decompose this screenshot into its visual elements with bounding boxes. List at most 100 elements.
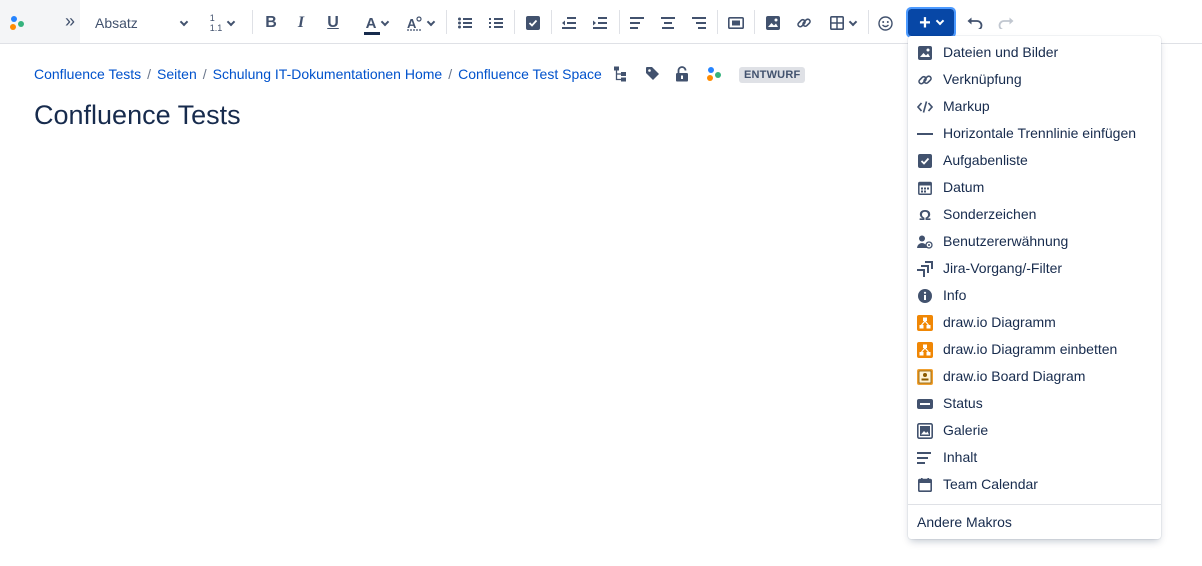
align-center-icon: [661, 17, 675, 29]
text-color-icon: A: [363, 14, 380, 35]
menu-item-drawio-embed[interactable]: draw.io Diagramm einbetten: [908, 336, 1161, 363]
menu-item-label: draw.io Diagramm: [943, 314, 1056, 330]
task-list-button[interactable]: [524, 10, 542, 36]
collaborators-button[interactable]: [706, 66, 722, 82]
menu-item-drawio-diagram[interactable]: draw.io Diagramm: [908, 309, 1161, 336]
link-icon: [797, 18, 811, 28]
menu-item-markup[interactable]: Markup: [908, 93, 1161, 120]
breadcrumb-item[interactable]: Seiten: [157, 66, 197, 82]
underline-button[interactable]: U: [324, 10, 342, 36]
menu-item-date[interactable]: Datum: [908, 174, 1161, 201]
paragraph-style-label: Absatz: [95, 15, 138, 31]
align-right-button[interactable]: [690, 10, 708, 36]
page-layout-button[interactable]: [727, 10, 745, 36]
emoji-icon: [877, 15, 893, 31]
menu-item-user-mention[interactable]: Benutzererwähnung: [908, 228, 1161, 255]
menu-item-horizontal-rule[interactable]: Horizontale Trennlinie einfügen: [908, 120, 1161, 147]
horizontal-rule-icon: [917, 126, 933, 142]
breadcrumb-separator: /: [448, 66, 453, 82]
toolbar-divider: [551, 10, 552, 34]
code-icon: [917, 99, 933, 115]
numbered-list-button[interactable]: [487, 10, 505, 36]
menu-item-special-characters[interactable]: Ω Sonderzeichen: [908, 201, 1161, 228]
status-badge: ENTWURF: [739, 67, 806, 83]
expand-toolbar-button[interactable]: »: [60, 8, 80, 34]
menu-item-link[interactable]: Verknüpfung: [908, 66, 1161, 93]
menu-item-info[interactable]: Info: [908, 282, 1161, 309]
text-color-letter: A: [365, 14, 377, 32]
numbering-dropdown[interactable]: 1 1.1: [204, 10, 240, 36]
collaborators-icon: [707, 67, 721, 81]
undo-button[interactable]: [966, 10, 984, 36]
chevron-down-icon: [426, 17, 436, 26]
team-calendar-icon: [917, 477, 933, 493]
menu-item-label: Markup: [943, 98, 990, 114]
drawio-embed-icon: [917, 342, 933, 358]
omega-icon: Ω: [918, 206, 932, 224]
menu-item-gallery[interactable]: Galerie: [908, 417, 1161, 444]
paragraph-style-dropdown[interactable]: Absatz: [95, 10, 189, 36]
unlock-icon: [676, 66, 688, 82]
page-tree-button[interactable]: [613, 66, 627, 82]
outdent-button[interactable]: [560, 10, 578, 36]
numbering-icon: 1 1.1: [210, 13, 223, 33]
link-icon: [917, 72, 933, 88]
status-icon: [917, 396, 933, 412]
redo-icon: [998, 17, 1014, 29]
menu-item-label: Team Calendar: [943, 476, 1038, 492]
clear-format-icon: A: [406, 15, 422, 31]
align-center-button[interactable]: [659, 10, 677, 36]
menu-item-label: Sonderzeichen: [943, 206, 1037, 222]
menu-item-label: Status: [943, 395, 983, 411]
labels-button[interactable]: [645, 66, 660, 81]
restrictions-button[interactable]: [675, 66, 689, 82]
menu-item-label: Aufgabenliste: [943, 152, 1028, 168]
insert-table-dropdown[interactable]: [826, 10, 860, 36]
info-icon: [917, 288, 933, 304]
align-left-button[interactable]: [628, 10, 646, 36]
logo-cell: »: [0, 0, 80, 43]
menu-item-label: Dateien und Bilder: [943, 44, 1059, 60]
indent-button[interactable]: [591, 10, 609, 36]
menu-item-label: Verknüpfung: [943, 71, 1022, 87]
breadcrumb: Confluence Tests / Seiten / Schulung IT-…: [34, 66, 602, 82]
menu-item-files-images[interactable]: Dateien und Bilder: [908, 39, 1161, 66]
insert-link-button[interactable]: [795, 10, 813, 36]
tag-icon: [646, 67, 659, 80]
other-macros-item[interactable]: Andere Makros: [917, 514, 1012, 530]
insert-more-button[interactable]: +: [906, 7, 956, 38]
redo-button[interactable]: [997, 10, 1015, 36]
menu-item-team-calendar[interactable]: Team Calendar: [908, 471, 1161, 498]
table-icon: [830, 16, 844, 30]
layout-icon: [728, 17, 744, 29]
menu-item-jira-issue[interactable]: Jira-Vorgang/-Filter: [908, 255, 1161, 282]
menu-item-label: Benutzererwähnung: [943, 233, 1069, 249]
bullet-list-button[interactable]: [456, 10, 474, 36]
toolbar-divider: [619, 10, 620, 34]
menu-item-drawio-board[interactable]: draw.io Board Diagram: [908, 363, 1161, 390]
text-color-dropdown[interactable]: A: [360, 10, 394, 36]
menu-item-task-list[interactable]: Aufgabenliste: [908, 147, 1161, 174]
menu-item-table-of-contents[interactable]: Inhalt: [908, 444, 1161, 471]
insert-image-button[interactable]: [764, 10, 782, 36]
italic-button[interactable]: I: [292, 10, 310, 36]
numbering-top: 1: [209, 13, 215, 23]
toolbar-divider: [252, 10, 253, 34]
insert-menu: Dateien und Bilder Verknüpfung Markup Ho…: [908, 36, 1161, 539]
page-title[interactable]: Confluence Tests: [34, 100, 241, 131]
bold-button[interactable]: B: [262, 10, 280, 36]
breadcrumb-item[interactable]: Confluence Tests: [34, 66, 141, 82]
bullet-list-icon: [458, 17, 472, 29]
page-tree-icon: [614, 66, 626, 82]
mention-icon: [917, 234, 933, 250]
toc-icon: [917, 450, 933, 466]
breadcrumb-item[interactable]: Confluence Test Space: [458, 66, 602, 82]
text-format-dropdown[interactable]: A: [404, 10, 436, 36]
menu-item-label: draw.io Diagramm einbetten: [943, 341, 1118, 357]
breadcrumb-item[interactable]: Schulung IT-Dokumentationen Home: [213, 66, 443, 82]
emoji-button[interactable]: [876, 10, 894, 36]
menu-item-status[interactable]: Status: [908, 390, 1161, 417]
undo-icon: [967, 17, 983, 29]
chevron-down-icon: [935, 16, 945, 26]
checkbox-icon: [526, 16, 540, 30]
